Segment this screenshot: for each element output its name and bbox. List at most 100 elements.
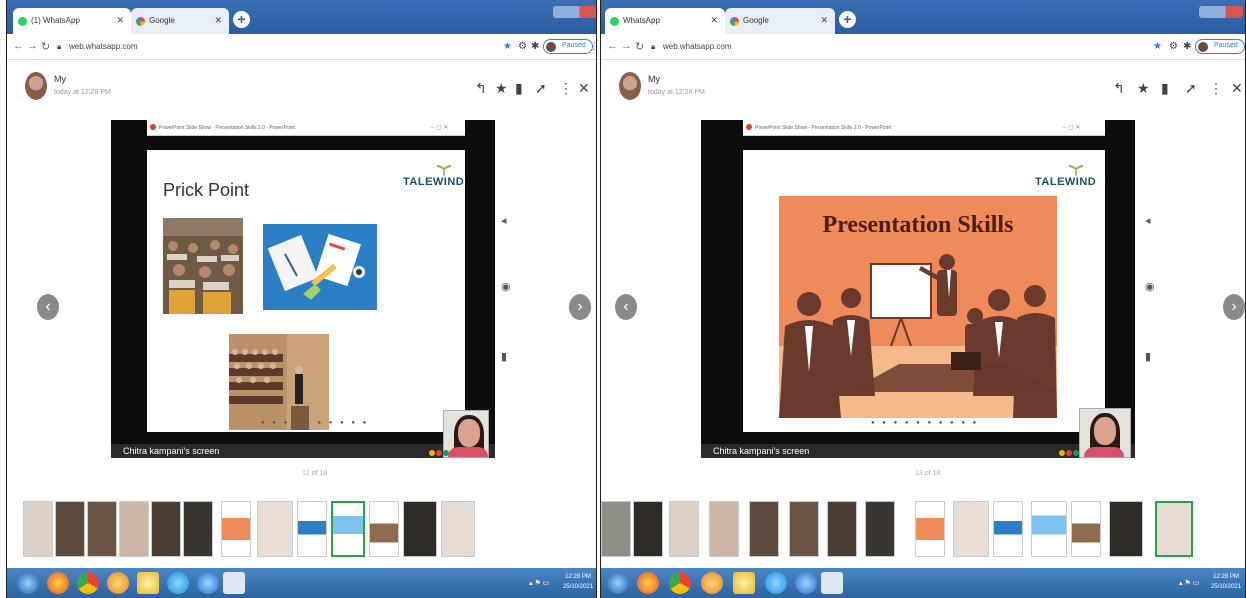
tray-icons[interactable]: ▴ ⚑ ▭ [1179, 579, 1199, 587]
extension-icon[interactable]: ⚙ [518, 41, 527, 52]
media-thumbnail[interactable] [865, 501, 895, 557]
media-thumbnail[interactable] [87, 501, 117, 557]
next-image-button[interactable]: › [1223, 294, 1245, 320]
delete-icon[interactable]: ▮ [1161, 80, 1169, 97]
tab-google[interactable]: Google ✕ [725, 8, 835, 34]
url-field[interactable]: web.whatsapp.com [69, 42, 137, 51]
forward-icon[interactable]: ➚ [1185, 80, 1197, 97]
extension-icon[interactable]: ⚙ [1169, 41, 1178, 52]
media-thumbnail[interactable] [403, 501, 437, 557]
media-thumbnail[interactable] [669, 501, 699, 557]
media-thumbnail[interactable] [297, 501, 327, 557]
profile-paused-button[interactable]: Paused [543, 39, 593, 54]
media-thumbnail[interactable] [633, 501, 663, 557]
avatar[interactable] [25, 72, 47, 100]
ie-icon[interactable] [197, 572, 219, 594]
reply-icon[interactable]: ↰ [1113, 80, 1125, 97]
media-thumbnail-selected[interactable] [331, 501, 365, 557]
media-thumbnail[interactable] [369, 501, 399, 557]
menu-icon[interactable]: ⋮ [589, 41, 596, 52]
media-thumbnail[interactable] [119, 501, 149, 557]
teamviewer-icon[interactable] [765, 572, 787, 594]
media-thumbnail[interactable] [915, 501, 945, 557]
media-thumbnail[interactable] [1031, 501, 1067, 557]
back-icon[interactable]: ← [607, 40, 618, 52]
reload-icon[interactable]: ↻ [41, 40, 50, 53]
delete-icon[interactable]: ▮ [515, 80, 523, 97]
close-icon[interactable]: ✕ [820, 15, 828, 26]
media-thumbnail[interactable] [1109, 501, 1143, 557]
camera-icon[interactable]: ◉ [1145, 280, 1155, 293]
tray-icons[interactable]: ▴ ⚑ ▭ [529, 579, 549, 587]
puzzle-icon[interactable]: ✱ [531, 41, 539, 52]
star-icon[interactable]: ★ [1137, 80, 1150, 97]
volume-icon[interactable]: ◂ [501, 214, 507, 227]
forward-icon[interactable]: ➚ [535, 80, 547, 97]
media-thumbnail[interactable] [1071, 501, 1101, 557]
media-thumbnail[interactable] [601, 501, 631, 557]
chrome-icon[interactable] [669, 572, 691, 594]
close-icon[interactable]: ✕ [710, 15, 718, 26]
media-thumbnail[interactable] [749, 501, 779, 557]
tab-whatsapp[interactable]: WhatsApp ✕ [605, 8, 725, 34]
close-icon[interactable]: ✕ [578, 80, 590, 97]
start-button[interactable] [607, 572, 629, 594]
close-icon[interactable]: ✕ [116, 15, 124, 26]
more-icon[interactable]: ⋮ [559, 80, 573, 97]
close-icon[interactable]: ✕ [1231, 80, 1243, 97]
window-controls[interactable] [1199, 6, 1243, 18]
firefox-icon[interactable] [47, 572, 69, 594]
folder-icon[interactable] [137, 572, 159, 594]
new-tab-button[interactable]: + [233, 11, 250, 28]
star-icon[interactable]: ★ [1153, 41, 1162, 52]
ie-icon[interactable] [795, 572, 817, 594]
reply-icon[interactable]: ↰ [475, 80, 487, 97]
firefox-icon[interactable] [637, 572, 659, 594]
previous-image-button[interactable]: ‹ [37, 294, 59, 320]
volume-icon[interactable]: ◂ [1145, 214, 1151, 227]
start-button[interactable] [17, 572, 39, 594]
more-icon[interactable]: ⋮ [1209, 80, 1223, 97]
media-thumbnail[interactable] [993, 501, 1023, 557]
reload-icon[interactable]: ↻ [635, 40, 644, 53]
folder-icon[interactable] [733, 572, 755, 594]
profile-paused-button[interactable]: Paused [1195, 39, 1245, 54]
window-controls[interactable] [553, 6, 596, 18]
stop-icon[interactable]: ▮ [501, 350, 507, 363]
media-thumbnail[interactable] [221, 501, 251, 557]
app-icon[interactable] [821, 572, 843, 594]
new-tab-button[interactable]: + [839, 11, 856, 28]
puzzle-icon[interactable]: ✱ [1183, 41, 1191, 52]
previous-image-button[interactable]: ‹ [615, 294, 637, 320]
tab-google[interactable]: Google ✕ [131, 8, 229, 34]
url-field[interactable]: web.whatsapp.com [663, 42, 731, 51]
camera-icon[interactable]: ◉ [501, 280, 511, 293]
media-player-icon[interactable] [107, 572, 129, 594]
stop-icon[interactable]: ▮ [1145, 350, 1151, 363]
next-image-button[interactable]: › [569, 294, 591, 320]
teamviewer-icon[interactable] [167, 572, 189, 594]
app-icon[interactable] [223, 572, 245, 594]
forward-icon[interactable]: → [621, 40, 632, 52]
media-thumbnail[interactable] [827, 501, 857, 557]
media-thumbnail[interactable] [789, 501, 819, 557]
clock[interactable]: 12:28 PM 25/10/2021 [1211, 572, 1241, 592]
forward-icon[interactable]: → [27, 40, 38, 52]
media-player-icon[interactable] [701, 572, 723, 594]
star-icon[interactable]: ★ [503, 41, 512, 52]
media-thumbnail[interactable] [257, 501, 293, 557]
back-icon[interactable]: ← [13, 40, 24, 52]
media-thumbnail[interactable] [23, 501, 53, 557]
media-thumbnail-selected[interactable] [1155, 501, 1193, 557]
avatar[interactable] [619, 72, 641, 100]
media-thumbnail[interactable] [55, 501, 85, 557]
media-thumbnail[interactable] [183, 501, 213, 557]
tab-whatsapp[interactable]: (1) WhatsApp ✕ [13, 8, 131, 34]
media-thumbnail[interactable] [151, 501, 181, 557]
clock[interactable]: 12:28 PM 25/10/2021 [563, 572, 593, 592]
chrome-icon[interactable] [77, 572, 99, 594]
media-thumbnail[interactable] [441, 501, 475, 557]
media-thumbnail[interactable] [709, 501, 739, 557]
media-thumbnail[interactable] [953, 501, 989, 557]
close-icon[interactable]: ✕ [214, 15, 222, 26]
